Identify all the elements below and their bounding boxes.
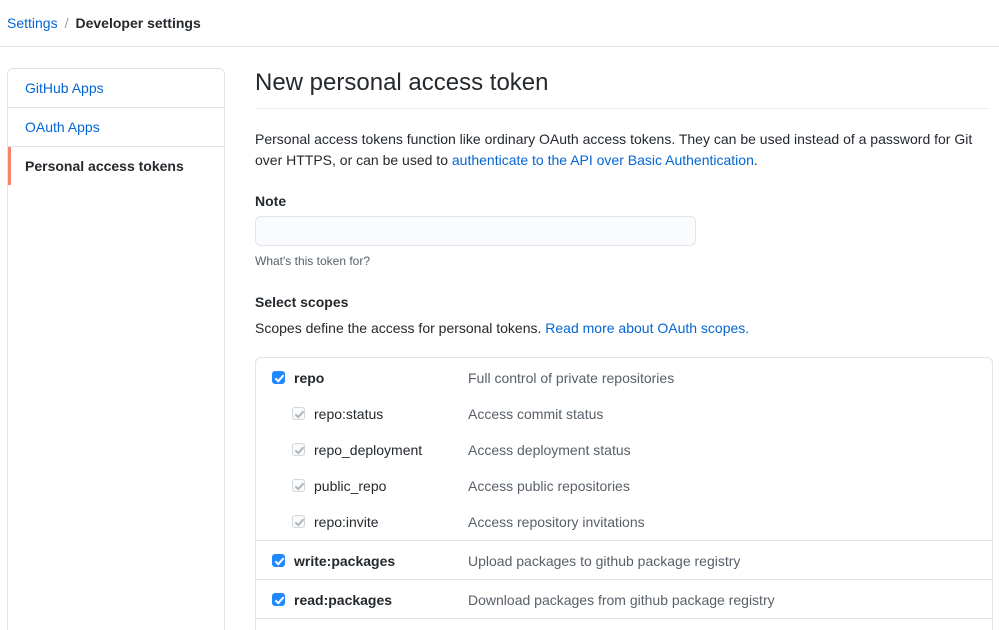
scope-row-repo-deployment[interactable]: repo_deployment Access deployment status	[256, 432, 992, 468]
scope-name: write:packages	[294, 553, 396, 569]
main-content: New personal access token Personal acces…	[255, 68, 993, 630]
checkbox-repo-status	[292, 407, 305, 420]
checkbox-repo[interactable]	[272, 371, 285, 384]
scope-row-repo-invite[interactable]: repo:invite Access repository invitation…	[256, 504, 992, 540]
page-header: Settings / Developer settings	[0, 0, 999, 47]
checkbox-public-repo	[292, 479, 305, 492]
scope-description: Download packages from github package re…	[468, 592, 775, 608]
scope-name: read:packages	[294, 592, 393, 608]
scope-row-repo-status[interactable]: repo:status Access commit status	[256, 396, 992, 432]
scope-row-write-packages[interactable]: write:packages Upload packages to github…	[256, 541, 992, 579]
scope-name: repo_deployment	[314, 442, 423, 458]
checkbox-write-packages[interactable]	[272, 554, 285, 567]
scope-label-group: repo:invite	[292, 512, 468, 532]
scope-label-group: repo	[272, 368, 468, 388]
sidebar-item-label[interactable]: GitHub Apps	[25, 79, 210, 97]
scope-description: Upload packages to github package regist…	[468, 553, 741, 569]
scope-row-public-repo[interactable]: public_repo Access public repositories	[256, 468, 992, 504]
scope-name: public_repo	[314, 478, 387, 494]
scope-name: repo	[294, 370, 325, 386]
breadcrumb: Settings / Developer settings	[7, 15, 201, 31]
scope-row-repo[interactable]: repo Full control of private repositorie…	[256, 358, 992, 396]
scopes-table: repo Full control of private repositorie…	[255, 357, 993, 630]
breadcrumb-current: Developer settings	[75, 15, 201, 31]
note-input[interactable]	[255, 216, 696, 246]
scope-group-read-packages: read:packages Download packages from git…	[256, 580, 992, 619]
settings-sidebar: GitHub Apps OAuth Apps Personal access t…	[7, 68, 225, 630]
intro-paragraph: Personal access tokens function like ord…	[255, 129, 989, 171]
scope-group-write-packages: write:packages Upload packages to github…	[256, 541, 992, 580]
intro-text-part2: .	[753, 152, 758, 168]
breadcrumb-separator: /	[64, 15, 69, 31]
page-title: New personal access token	[255, 68, 989, 109]
scope-label-group: public_repo	[292, 476, 468, 496]
scope-label-group: write:packages	[272, 551, 468, 571]
select-scopes-title: Select scopes	[255, 294, 349, 310]
scopes-description: Scopes define the access for personal to…	[255, 318, 989, 339]
sidebar-item-label: Personal access tokens	[25, 158, 184, 174]
scope-group-delete-packages: delete:packages Delete packages from git…	[256, 619, 992, 630]
scope-label-group: read:packages	[272, 590, 468, 610]
scope-label-group: repo:status	[292, 404, 468, 424]
checkbox-read-packages[interactable]	[272, 593, 285, 606]
oauth-scopes-link[interactable]: Read more about OAuth scopes.	[545, 320, 749, 336]
sidebar-item-oauth-apps[interactable]: OAuth Apps	[8, 108, 224, 147]
scope-description: Full control of private repositories	[468, 370, 675, 386]
checkbox-repo-invite	[292, 515, 305, 528]
sidebar-item-github-apps[interactable]: GitHub Apps	[8, 69, 224, 108]
scopes-description-text: Scopes define the access for personal to…	[255, 320, 546, 336]
page-body: GitHub Apps OAuth Apps Personal access t…	[0, 47, 999, 630]
scope-description: Access deployment status	[468, 442, 631, 458]
scope-name: repo:invite	[314, 514, 379, 530]
basic-authentication-link[interactable]: authenticate to the API over Basic Authe…	[452, 152, 754, 168]
scope-row-delete-packages[interactable]: delete:packages Delete packages from git…	[256, 619, 992, 630]
sidebar-item-label[interactable]: OAuth Apps	[25, 118, 210, 136]
scope-name: repo:status	[314, 406, 384, 422]
scope-group-repo: repo Full control of private repositorie…	[256, 358, 992, 541]
note-label: Note	[255, 193, 287, 209]
scope-description: Access public repositories	[468, 478, 630, 494]
sidebar-item-personal-access-tokens[interactable]: Personal access tokens	[8, 147, 224, 185]
scope-description: Access repository invitations	[468, 514, 645, 530]
breadcrumb-settings-link[interactable]: Settings	[7, 15, 58, 31]
note-hint: What's this token for?	[255, 254, 371, 268]
checkbox-repo-deployment	[292, 443, 305, 456]
scope-row-read-packages[interactable]: read:packages Download packages from git…	[256, 580, 992, 618]
scope-description: Access commit status	[468, 406, 604, 422]
scope-label-group: repo_deployment	[292, 440, 468, 460]
